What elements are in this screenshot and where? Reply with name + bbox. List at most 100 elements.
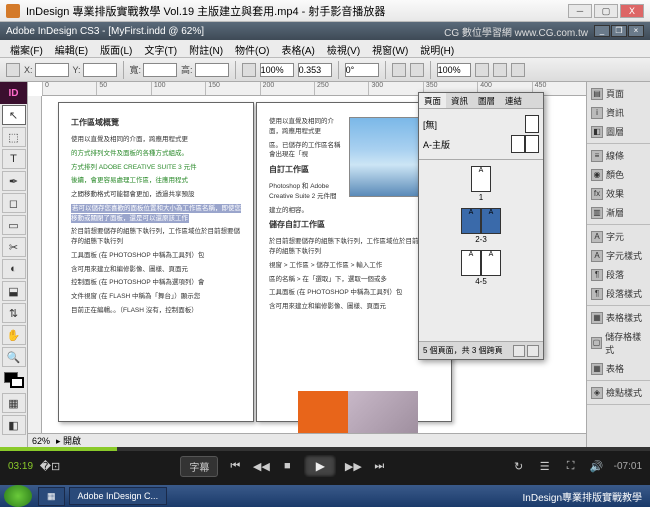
x-field[interactable] [35, 63, 69, 77]
scale-pct-field[interactable] [437, 63, 471, 77]
seek-bar[interactable] [0, 447, 650, 451]
panel-para-styles[interactable]: ¶段落樣式 [587, 284, 650, 303]
prev-button[interactable]: ⏮ [226, 457, 244, 475]
panel-cell-styles[interactable]: ▢儲存格樣式 [587, 327, 650, 359]
tab-layers[interactable]: 圖層 [473, 93, 500, 108]
panel-effects[interactable]: fx效果 [587, 184, 650, 203]
center-icon[interactable] [511, 63, 525, 77]
panel-gradient[interactable]: ▥漸層 [587, 203, 650, 222]
loop-button[interactable]: ↻ [510, 457, 528, 475]
panel-info[interactable]: i資訊 [587, 103, 650, 122]
w-field[interactable] [143, 63, 177, 77]
y-field[interactable] [83, 63, 117, 77]
reference-point-icon[interactable] [6, 63, 20, 77]
tab-links[interactable]: 連結 [500, 93, 527, 108]
menu-view[interactable]: 檢視(V) [321, 40, 366, 57]
menu-layout[interactable]: 版面(L) [94, 40, 138, 57]
page-left[interactable]: 工作區域概覽 使用以直覺及相同的介面，跨應用程式更 的方式排列文件及面板的各種方… [58, 102, 254, 422]
app-minimize-button[interactable]: _ [594, 25, 610, 37]
play-button[interactable]: ▶ [304, 455, 336, 477]
rewind-button[interactable]: ◀◀ [252, 457, 270, 475]
scale-x-field[interactable] [260, 63, 294, 77]
menu-file[interactable]: 檔案(F) [4, 40, 49, 57]
panel-object-styles[interactable]: ◈檢點樣式 [587, 383, 650, 402]
spread-2-3[interactable]: AA 2-3 [461, 208, 501, 244]
app-close-button[interactable]: × [628, 25, 644, 37]
panel-paragraph[interactable]: ¶段落 [587, 265, 650, 284]
pages-panel[interactable]: 頁面 資訊 圖層 連結 [無] A-主版 A 1 AA 2-3 AA 4-5 5… [418, 92, 544, 360]
indesign-statusbar: 62% ▸ 開啟 [28, 433, 586, 447]
master-none[interactable]: [無] [423, 115, 539, 133]
gradient-tool[interactable]: ⬓ [2, 281, 26, 301]
page-thumb-2[interactable]: A [461, 208, 481, 234]
panel-color[interactable]: ◉顏色 [587, 165, 650, 184]
flip-h-icon[interactable] [392, 63, 406, 77]
subtitle-button[interactable]: 字幕 [180, 456, 218, 477]
eyedropper-tool[interactable]: ⇅ [2, 303, 26, 323]
fx-icon: fx [591, 188, 603, 200]
next-button[interactable]: ⏭ [370, 457, 388, 475]
panel-character[interactable]: A字元 [587, 227, 650, 246]
rotate-tool[interactable]: ◐ [2, 259, 26, 279]
view-mode-normal[interactable]: ▦ [2, 393, 26, 413]
page-thumb-3[interactable]: A [481, 208, 501, 234]
stop-button[interactable]: ■ [278, 457, 296, 475]
hand-tool[interactable]: ✋ [2, 325, 26, 345]
taskbar-item-indesign[interactable]: Adobe InDesign C... [69, 487, 168, 505]
app-restore-button[interactable]: ❐ [611, 25, 627, 37]
taskbar-item-explorer[interactable]: ▦ [38, 487, 65, 506]
volume-button[interactable]: 🔊 [588, 457, 606, 475]
delete-page-button[interactable] [527, 345, 539, 357]
start-button[interactable] [4, 485, 32, 507]
h-field[interactable] [195, 63, 229, 77]
menu-window[interactable]: 視窗(W) [366, 40, 414, 57]
constrain-icon[interactable] [242, 63, 256, 77]
menu-table[interactable]: 表格(A) [275, 40, 320, 57]
fit-icon[interactable] [475, 63, 489, 77]
fill-stroke-swatch[interactable] [4, 372, 24, 388]
menu-object[interactable]: 物件(O) [229, 40, 275, 57]
tab-info[interactable]: 資訊 [446, 93, 473, 108]
panel-layers[interactable]: ◧圖層 [587, 122, 650, 141]
tab-pages[interactable]: 頁面 [419, 93, 446, 108]
rectangle-frame-tool[interactable]: ◻ [2, 193, 26, 213]
pen-tool[interactable]: ✒ [2, 171, 26, 191]
fullscreen-button[interactable]: ⛶ [562, 457, 580, 475]
scissors-tool[interactable]: ✂ [2, 237, 26, 257]
open-file-button[interactable]: �⊡ [41, 457, 59, 475]
view-mode-preview[interactable]: ◧ [2, 415, 26, 435]
panel-char-styles[interactable]: A字元樣式 [587, 246, 650, 265]
panel-stroke[interactable]: ≡線條 [587, 146, 650, 165]
panel-table-styles[interactable]: ▦表格樣式 [587, 308, 650, 327]
shear-field[interactable] [298, 63, 332, 77]
type-tool[interactable]: T [2, 149, 26, 169]
page-thumb-5[interactable]: A [481, 250, 501, 276]
menu-type[interactable]: 文字(T) [138, 40, 183, 57]
window-minimize-button[interactable]: ─ [568, 4, 592, 18]
rectangle-tool[interactable]: ▭ [2, 215, 26, 235]
spread-1[interactable]: A 1 [471, 166, 491, 202]
panel-table[interactable]: ▦表格 [587, 359, 650, 378]
window-close-button[interactable]: Ⅹ [620, 4, 644, 18]
zoom-level[interactable]: 62% [32, 436, 50, 446]
forward-button[interactable]: ▶▶ [344, 457, 362, 475]
fill-icon[interactable] [493, 63, 507, 77]
menu-edit[interactable]: 編輯(E) [49, 40, 94, 57]
zoom-tool[interactable]: 🔍 [2, 347, 26, 367]
window-maximize-button[interactable]: ▢ [594, 4, 618, 18]
flip-v-icon[interactable] [410, 63, 424, 77]
parastyle-icon: ¶ [591, 288, 603, 300]
menu-notes[interactable]: 附註(N) [183, 40, 229, 57]
direct-selection-tool[interactable]: ⬚ [2, 127, 26, 147]
playlist-button[interactable]: ☰ [536, 457, 554, 475]
page-thumb-4[interactable]: A [461, 250, 481, 276]
master-a[interactable]: A-主版 [423, 135, 539, 153]
page-thumb-1[interactable]: A [471, 166, 491, 192]
selection-tool[interactable]: ↖ [2, 105, 26, 125]
status-open[interactable]: ▸ 開啟 [56, 434, 81, 447]
new-page-button[interactable] [513, 345, 525, 357]
rotate-field[interactable] [345, 63, 379, 77]
menu-help[interactable]: 說明(H) [414, 40, 460, 57]
spread-4-5[interactable]: AA 4-5 [461, 250, 501, 286]
panel-pages[interactable]: ▤頁面 [587, 84, 650, 103]
